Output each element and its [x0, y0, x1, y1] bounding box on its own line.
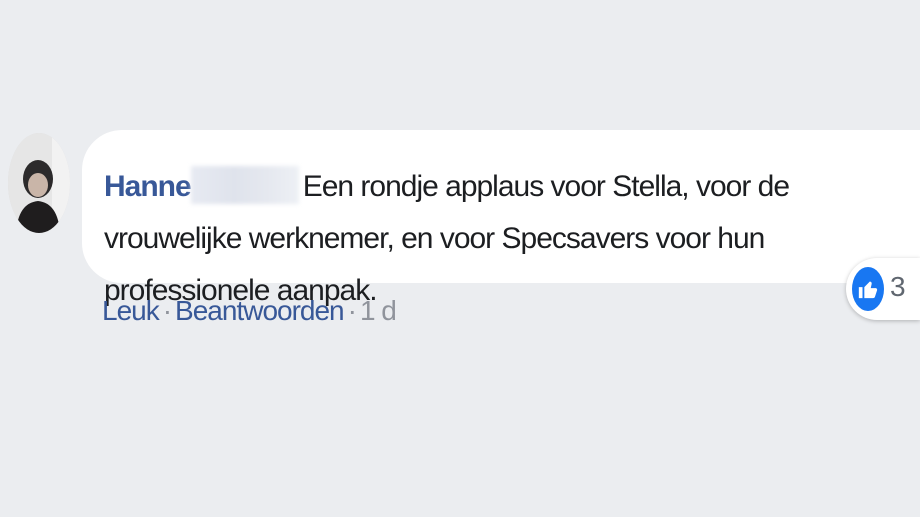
timestamp-link[interactable]: 1 d [360, 295, 397, 326]
comment-actions: Leuk · Beantwoorden · 1 d [102, 295, 397, 327]
separator: · [162, 295, 172, 326]
reaction-count: 3 [890, 271, 906, 302]
separator: · [347, 295, 357, 326]
reply-link[interactable]: Beantwoorden [175, 295, 345, 326]
comment-body: Hanne Een rondje applaus voor Stella, voo… [104, 161, 896, 317]
like-link[interactable]: Leuk [102, 295, 160, 326]
comment-page: Hanne Een rondje applaus voor Stella, voo… [0, 0, 920, 517]
comment-bubble: Hanne Een rondje applaus voor Stella, voo… [82, 130, 920, 307]
reaction-summary[interactable]: 3 [846, 258, 920, 320]
avatar[interactable] [8, 133, 70, 233]
redacted-surname [190, 166, 299, 204]
avatar-photo [8, 133, 70, 233]
author-name-link[interactable]: Hanne [104, 170, 192, 203]
like-icon [850, 265, 886, 313]
